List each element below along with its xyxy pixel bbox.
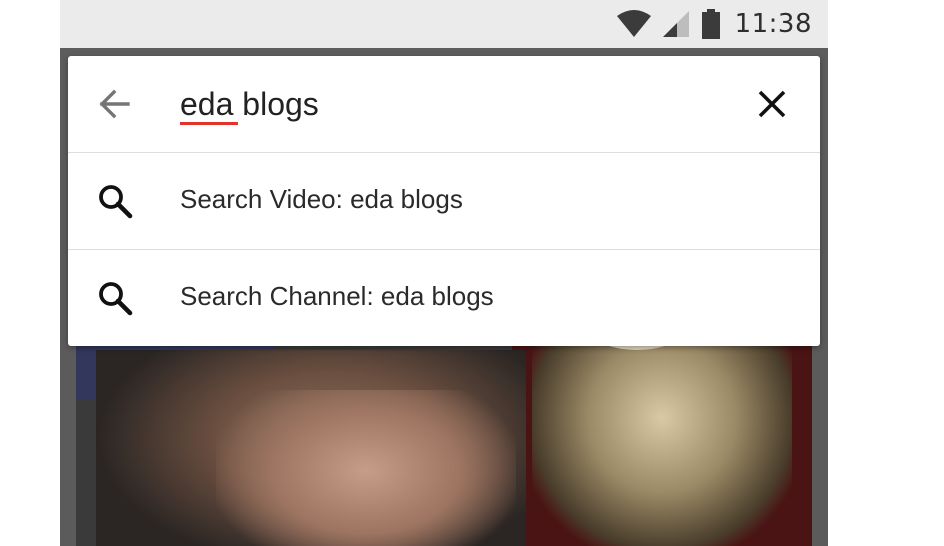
suggestion-label: Search Video: eda blogs — [180, 184, 463, 214]
status-bar: 11:38 — [60, 0, 828, 48]
search-icon — [99, 185, 133, 219]
suggestion-label: Search Channel: eda blogs — [180, 281, 494, 311]
suggestion-search-channel[interactable]: Search Channel: eda blogs — [68, 250, 820, 346]
search-icon — [99, 282, 133, 316]
close-icon — [758, 90, 786, 118]
search-input[interactable] — [180, 80, 740, 128]
suggestion-search-video[interactable]: Search Video: eda blogs — [68, 153, 820, 250]
status-time: 11:38 — [734, 9, 812, 39]
search-suggestions-card: Search Video: eda blogs Search Channel: … — [68, 56, 820, 346]
battery-icon — [701, 9, 720, 39]
cellular-signal-icon — [662, 11, 689, 37]
spellcheck-underline — [180, 122, 238, 125]
wifi-icon — [616, 10, 651, 37]
back-button[interactable] — [94, 84, 134, 124]
clear-search-button[interactable] — [754, 86, 790, 122]
status-icons: 11:38 — [616, 0, 812, 48]
search-bar — [68, 56, 820, 153]
arrow-back-icon — [99, 89, 130, 119]
